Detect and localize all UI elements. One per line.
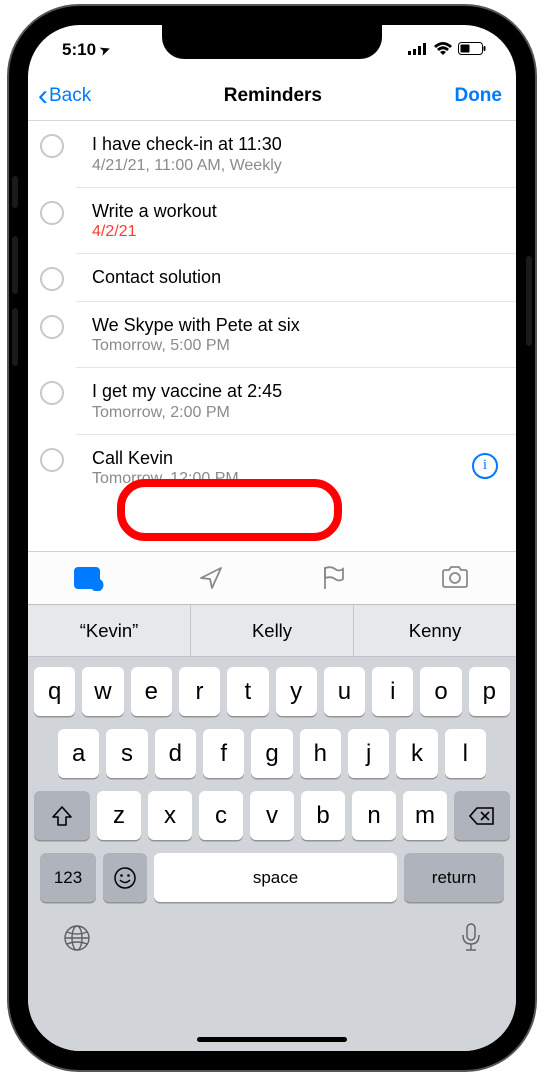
location-icon[interactable]	[195, 564, 227, 592]
key-q[interactable]: q	[34, 667, 75, 716]
key-g[interactable]: g	[251, 729, 292, 778]
page-title: Reminders	[224, 85, 322, 107]
keyboard-bottom-row	[28, 910, 516, 978]
key-u[interactable]: u	[324, 667, 365, 716]
screen: 5:10 ➤ ‹ Back	[28, 25, 516, 1051]
location-icon: ➤	[98, 42, 112, 59]
back-label: Back	[49, 85, 91, 107]
reminder-title[interactable]: We Skype with Pete at six	[92, 314, 498, 337]
reminder-row[interactable]: We Skype with Pete at six Tomorrow, 5:00…	[76, 302, 516, 369]
key-f[interactable]: f	[203, 729, 244, 778]
key-x[interactable]: x	[148, 791, 192, 840]
return-key[interactable]: return	[404, 853, 504, 902]
volume-up-button	[12, 236, 18, 294]
prediction-item[interactable]: Kelly	[191, 605, 354, 656]
phone-frame: 5:10 ➤ ‹ Back	[9, 6, 535, 1070]
prediction-item[interactable]: “Kevin”	[28, 605, 191, 656]
reminder-title[interactable]: I have check-in at 11:30	[92, 133, 498, 156]
dictation-key[interactable]	[460, 922, 482, 959]
key-m[interactable]: m	[403, 791, 447, 840]
reminder-row[interactable]: I have check-in at 11:30 4/21/21, 11:00 …	[76, 121, 516, 188]
key-o[interactable]: o	[420, 667, 461, 716]
prediction-item[interactable]: Kenny	[354, 605, 516, 656]
prediction-bar: “Kevin” Kelly Kenny	[28, 605, 516, 657]
reminder-row[interactable]: I get my vaccine at 2:45 Tomorrow, 2:00 …	[76, 368, 516, 435]
reminder-subtitle: Tomorrow, 5:00 PM	[92, 337, 498, 355]
flag-icon[interactable]	[317, 564, 349, 592]
reminder-row[interactable]: Contact solution	[76, 254, 516, 302]
complete-circle[interactable]	[40, 134, 64, 158]
complete-circle[interactable]	[40, 315, 64, 339]
key-e[interactable]: e	[131, 667, 172, 716]
complete-circle[interactable]	[40, 448, 64, 472]
cellular-icon	[408, 40, 428, 60]
reminder-title[interactable]: Call Kevin	[92, 447, 458, 470]
key-r[interactable]: r	[179, 667, 220, 716]
status-time: 5:10	[62, 40, 96, 60]
reminder-subtitle: Tomorrow, 2:00 PM	[92, 404, 498, 422]
key-s[interactable]: s	[106, 729, 147, 778]
key-w[interactable]: w	[82, 667, 123, 716]
key-i[interactable]: i	[372, 667, 413, 716]
power-button	[526, 256, 532, 346]
reminder-row[interactable]: Write a workout 4/2/21	[76, 188, 516, 255]
key-j[interactable]: j	[348, 729, 389, 778]
key-n[interactable]: n	[352, 791, 396, 840]
complete-circle[interactable]	[40, 381, 64, 405]
reminder-title[interactable]: Contact solution	[92, 266, 498, 289]
complete-circle[interactable]	[40, 267, 64, 291]
calendar-icon[interactable]	[73, 564, 105, 592]
wifi-icon	[434, 40, 452, 60]
numbers-key[interactable]: 123	[40, 853, 96, 902]
chevron-left-icon: ‹	[38, 88, 48, 103]
info-button[interactable]: i	[472, 453, 498, 479]
key-v[interactable]: v	[250, 791, 294, 840]
complete-circle[interactable]	[40, 201, 64, 225]
key-d[interactable]: d	[155, 729, 196, 778]
key-h[interactable]: h	[300, 729, 341, 778]
key-z[interactable]: z	[97, 791, 141, 840]
nav-bar: ‹ Back Reminders Done	[28, 75, 516, 121]
back-button[interactable]: ‹ Back	[38, 85, 91, 107]
key-b[interactable]: b	[301, 791, 345, 840]
notch	[162, 25, 382, 59]
reminder-title[interactable]: I get my vaccine at 2:45	[92, 380, 498, 403]
key-k[interactable]: k	[396, 729, 437, 778]
reminder-subtitle: 4/2/21	[92, 223, 498, 241]
emoji-key[interactable]	[103, 853, 147, 902]
space-key[interactable]: space	[154, 853, 397, 902]
reminder-subtitle: 4/21/21, 11:00 AM, Weekly	[92, 157, 498, 175]
key-c[interactable]: c	[199, 791, 243, 840]
battery-icon	[458, 40, 486, 60]
mute-switch	[12, 176, 18, 208]
volume-down-button	[12, 308, 18, 366]
keyboard-accessory-bar	[28, 551, 516, 605]
reminder-row[interactable]: Call Kevin Tomorrow, 12:00 PM i	[76, 435, 516, 501]
globe-key[interactable]	[62, 923, 92, 958]
home-indicator[interactable]	[197, 1037, 347, 1042]
key-l[interactable]: l	[445, 729, 486, 778]
key-a[interactable]: a	[58, 729, 99, 778]
key-p[interactable]: p	[469, 667, 510, 716]
key-t[interactable]: t	[227, 667, 268, 716]
shift-key[interactable]	[34, 791, 90, 840]
done-button[interactable]: Done	[454, 85, 502, 107]
reminder-list[interactable]: I have check-in at 11:30 4/21/21, 11:00 …	[28, 121, 516, 500]
key-y[interactable]: y	[276, 667, 317, 716]
reminder-title[interactable]: Write a workout	[92, 200, 498, 223]
backspace-key[interactable]	[454, 791, 510, 840]
camera-icon[interactable]	[439, 564, 471, 592]
keyboard: “Kevin” Kelly Kenny qwertyuiop asdfghjkl…	[28, 605, 516, 1051]
reminder-subtitle: Tomorrow, 12:00 PM	[92, 470, 458, 488]
